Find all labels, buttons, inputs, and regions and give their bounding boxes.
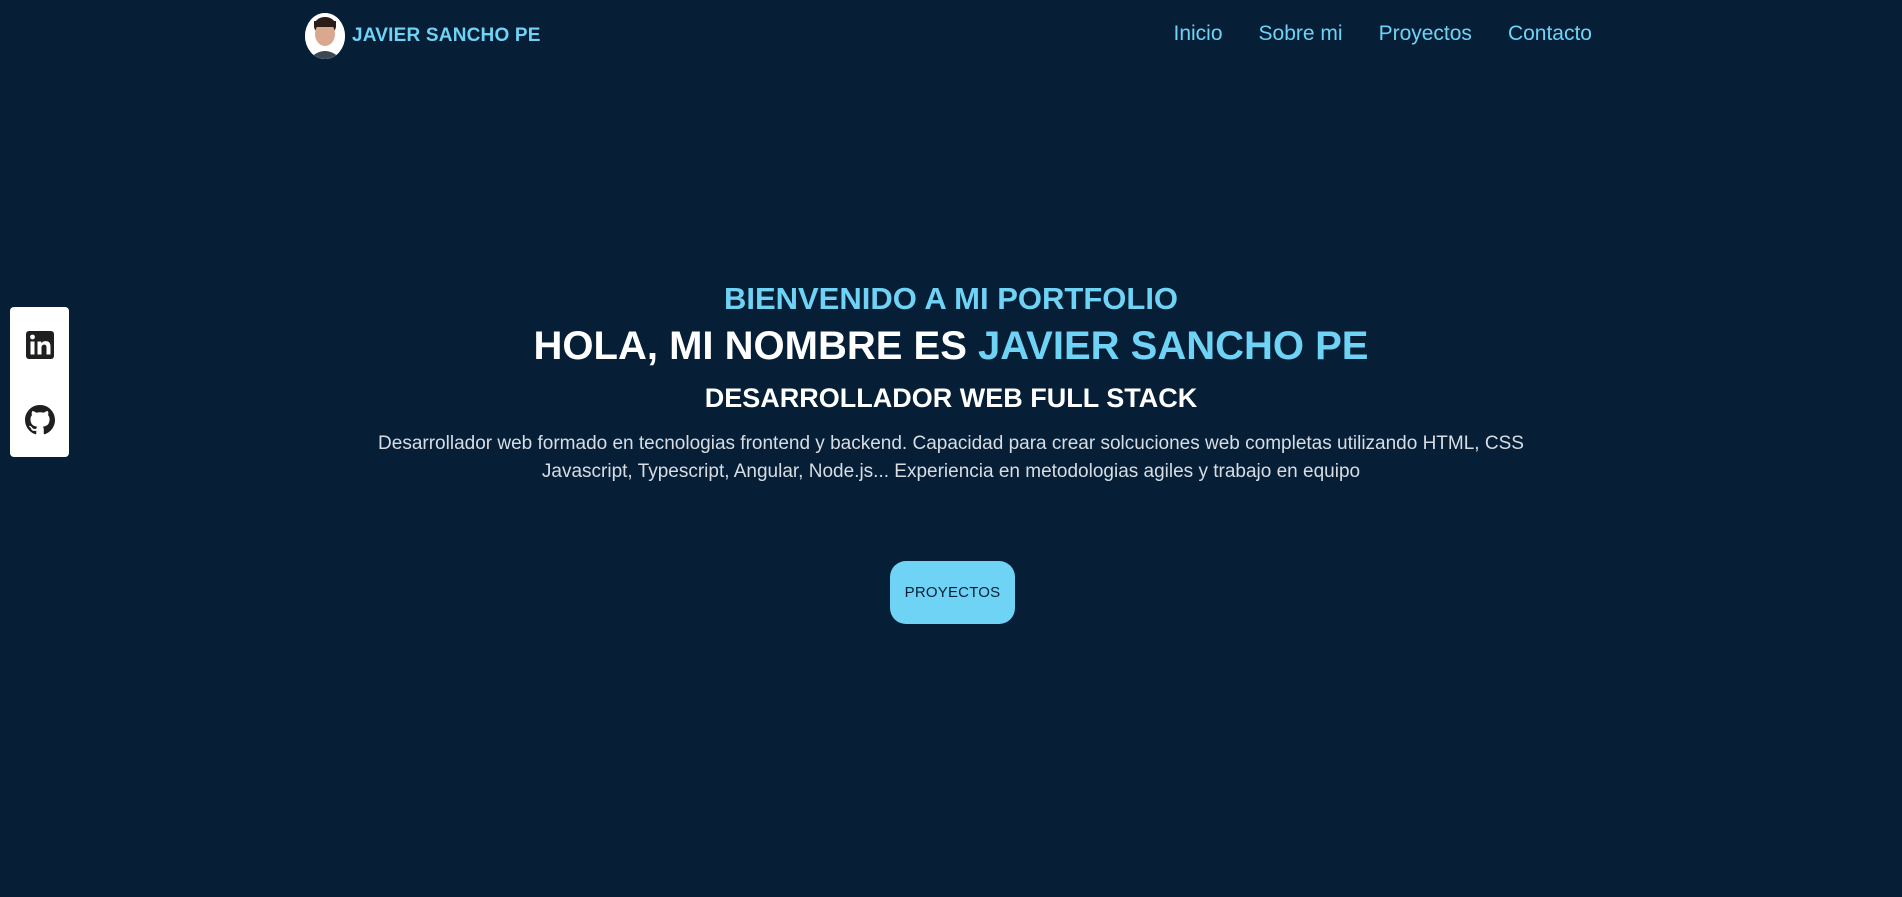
- page: JAVIER SANCHO PE Inicio Sobre mi Proyect…: [0, 0, 1902, 897]
- welcome-heading: BIENVENIDO A MI PORTFOLIO: [723, 281, 1179, 316]
- nav-link-contacto[interactable]: Contacto: [1508, 22, 1592, 46]
- headline-name: JAVIER SANCHO PE: [978, 324, 1369, 368]
- navbar: JAVIER SANCHO PE Inicio Sobre mi Proyect…: [0, 0, 1902, 76]
- headline-prefix: HOLA, MI NOMBRE ES: [533, 324, 978, 368]
- nav-link-proyectos[interactable]: Proyectos: [1379, 22, 1472, 46]
- brand-link[interactable]: JAVIER SANCHO PE: [305, 13, 541, 59]
- description-line-2: Javascript, Typescript, Angular, Node.js…: [541, 461, 1361, 482]
- projects-button[interactable]: PROYECTOS: [890, 561, 1015, 624]
- main-nav: Inicio Sobre mi Proyectos Contacto: [1174, 22, 1593, 46]
- hero-section: BIENVENIDO A MI PORTFOLIO HOLA, MI NOMBR…: [0, 278, 1902, 486]
- hero-headline: HOLA, MI NOMBRE ES JAVIER SANCHO PE: [0, 320, 1902, 372]
- description-line-1: Desarrollador web formado en tecnologias…: [378, 433, 1524, 454]
- hero-description: Desarrollador web formado en tecnologias…: [361, 430, 1541, 486]
- avatar: [305, 13, 345, 59]
- brand-name: JAVIER SANCHO PE: [352, 25, 541, 46]
- nav-link-inicio[interactable]: Inicio: [1174, 22, 1223, 46]
- role-heading: DESARROLLADOR WEB FULL STACK: [704, 383, 1198, 413]
- nav-link-sobre-mi[interactable]: Sobre mi: [1259, 22, 1343, 46]
